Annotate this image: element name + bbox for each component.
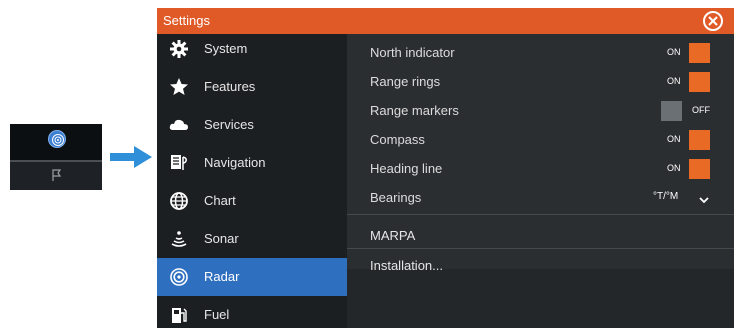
toggle-knob	[689, 159, 710, 179]
sidebar-item-label: Services	[204, 117, 254, 132]
sidebar-item-label: System	[204, 41, 248, 56]
toggle-range-rings[interactable]: ON	[661, 72, 711, 92]
star-icon	[169, 77, 189, 97]
toggle-state: ON	[667, 76, 681, 86]
gear-icon	[169, 39, 189, 59]
toggle-heading-line[interactable]: ON	[661, 159, 711, 179]
sidebar-item-label: Sonar	[204, 231, 239, 246]
setting-row-range-rings[interactable]: Range rings ON	[347, 67, 734, 96]
globe-icon	[169, 191, 189, 211]
chevron-down-icon[interactable]	[699, 192, 709, 207]
marpa-item[interactable]: MARPA	[347, 221, 734, 250]
installation-label: Installation...	[370, 258, 443, 273]
radar-icon	[169, 267, 189, 287]
setting-label: Compass	[370, 132, 425, 147]
sonar-icon	[169, 229, 189, 249]
setting-row-range-markers[interactable]: Range markers OFF	[347, 96, 734, 125]
toggle-state: ON	[667, 163, 681, 173]
arrow-right-icon	[110, 146, 152, 173]
cloud-icon	[169, 115, 189, 135]
sidebar-item-label: Navigation	[204, 155, 266, 170]
setting-label: Range markers	[370, 103, 459, 118]
radar-button-icon	[48, 130, 66, 148]
setting-row-heading-line[interactable]: Heading line ON	[347, 154, 734, 183]
toggle-knob	[689, 130, 710, 150]
sidebar-item-navigation[interactable]: Navigation	[157, 144, 347, 182]
setting-row-compass[interactable]: Compass ON	[347, 125, 734, 154]
sidebar-item-features[interactable]: Features	[157, 68, 347, 106]
sidebar-item-system[interactable]: System	[157, 30, 347, 68]
sidebar-item-sonar[interactable]: Sonar	[157, 220, 347, 258]
divider	[347, 214, 734, 215]
toggle-state: OFF	[692, 105, 710, 115]
setting-row-north-indicator[interactable]: North indicator ON	[347, 38, 734, 67]
sidebar-item-services[interactable]: Services	[157, 106, 347, 144]
close-icon	[708, 16, 718, 26]
sidebar-item-radar[interactable]: Radar	[157, 258, 355, 296]
marpa-label: MARPA	[370, 228, 416, 243]
close-button[interactable]	[703, 11, 723, 31]
toggle-range-markers[interactable]: OFF	[661, 101, 711, 121]
divider	[347, 248, 734, 249]
installation-item[interactable]: Installation...	[347, 251, 734, 280]
navigation-icon	[169, 153, 189, 173]
settings-window: Settings System Features Services Naviga…	[157, 8, 734, 328]
toggle-compass[interactable]: ON	[661, 130, 711, 150]
toggle-knob	[689, 43, 710, 63]
fuel-icon	[169, 305, 189, 325]
sidebar-item-label: Chart	[204, 193, 236, 208]
toggle-north-indicator[interactable]: ON	[661, 43, 711, 63]
setting-label: Range rings	[370, 74, 441, 89]
setting-label: Bearings	[370, 190, 422, 205]
settings-sidebar: System Features Services Navigation Char…	[157, 34, 355, 328]
toggle-state: ON	[667, 134, 681, 144]
toggle-state: ON	[667, 47, 681, 57]
sidebar-item-fuel[interactable]: Fuel	[157, 296, 347, 328]
setting-label: North indicator	[370, 45, 455, 60]
sidebar-item-label: Features	[204, 79, 256, 94]
source-screen-thumbnail	[10, 124, 102, 190]
toggle-knob	[661, 101, 682, 121]
window-title: Settings	[163, 13, 210, 28]
radar-settings-panel: North indicator ON Range rings ON Range …	[347, 34, 734, 328]
bearings-select[interactable]: °T/°M	[653, 191, 678, 202]
sidebar-item-chart[interactable]: Chart	[157, 182, 347, 220]
thumbnail-divider	[10, 160, 102, 162]
setting-label: Heading line	[370, 161, 443, 176]
toggle-knob	[689, 72, 710, 92]
sidebar-item-label: Fuel	[204, 307, 230, 322]
setting-row-bearings[interactable]: Bearings °T/°M	[347, 183, 734, 212]
sidebar-item-label: Radar	[204, 269, 240, 284]
flag-icon	[50, 168, 64, 187]
